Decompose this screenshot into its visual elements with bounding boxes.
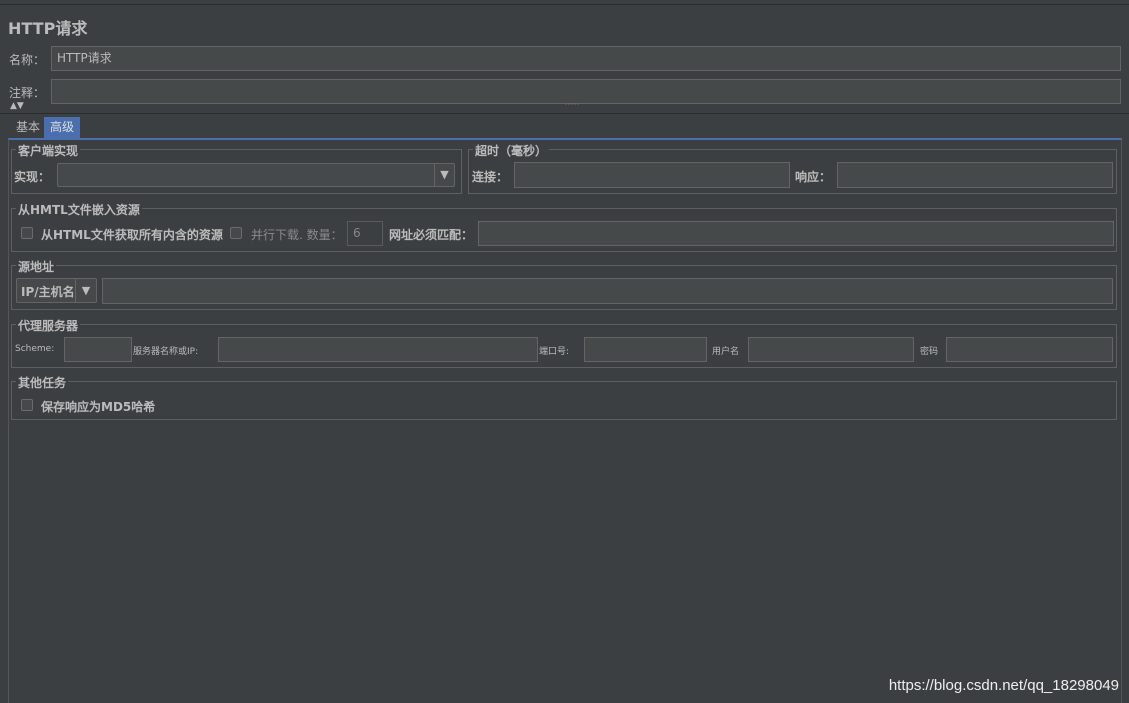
name-input[interactable]: HTTP请求 xyxy=(51,46,1121,71)
tab-basic[interactable]: 基本 xyxy=(10,117,46,138)
comment-input[interactable] xyxy=(51,79,1121,104)
impl-select[interactable]: ▼ xyxy=(57,163,455,187)
chevron-down-icon[interactable]: ▼ xyxy=(434,164,454,186)
proxy-username-input[interactable] xyxy=(748,337,914,362)
proxy-password-input[interactable] xyxy=(946,337,1113,362)
proxy-server-group-label: 代理服务器 xyxy=(16,317,81,334)
panel-title: HTTP请求 xyxy=(8,19,88,38)
connect-timeout-input[interactable] xyxy=(514,162,790,188)
source-type-select[interactable]: IP/主机名 ▼ xyxy=(16,278,97,303)
proxy-password-label: 密码 xyxy=(920,347,939,357)
splitter[interactable] xyxy=(0,113,1129,114)
url-match-input[interactable] xyxy=(478,221,1114,246)
chevron-down-icon[interactable]: ▼ xyxy=(75,279,96,302)
proxy-host-input[interactable] xyxy=(218,337,538,362)
source-type-value: IP/主机名 xyxy=(21,285,75,299)
proxy-username-label: 用户名 xyxy=(712,347,740,357)
connect-timeout-label: 连接： xyxy=(472,170,509,184)
embedded-resources-group-label: 从HMTL文件嵌入资源 xyxy=(16,201,142,218)
parallel-download-checkbox[interactable] xyxy=(230,227,242,239)
retrieve-all-label: 从HTML文件获取所有内含的资源 xyxy=(41,228,223,242)
proxy-scheme-label: Scheme: xyxy=(15,344,55,354)
md5-hash-label: 保存响应为MD5哈希 xyxy=(41,400,156,414)
collapse-toggle-icon[interactable]: ▲▼ xyxy=(10,101,24,111)
watermark: https://blog.csdn.net/qq_18298049 xyxy=(888,677,1119,694)
other-tasks-group xyxy=(11,381,1117,420)
parallel-count-input[interactable]: 6 xyxy=(347,221,383,246)
source-address-input[interactable] xyxy=(102,278,1113,304)
url-match-label: 网址必须匹配： xyxy=(389,228,474,242)
md5-hash-checkbox[interactable] xyxy=(21,399,33,411)
retrieve-all-checkbox[interactable] xyxy=(21,227,33,239)
proxy-host-label: 服务器名称或IP: xyxy=(133,347,199,357)
source-address-group-label: 源地址 xyxy=(16,258,57,275)
proxy-scheme-input[interactable] xyxy=(64,337,132,362)
client-impl-group-label: 客户端实现 xyxy=(16,142,81,159)
response-timeout-label: 响应： xyxy=(795,170,832,184)
impl-label: 实现： xyxy=(14,170,51,184)
timeout-group-label: 超时（毫秒） xyxy=(473,142,550,159)
impl-select-value xyxy=(58,164,435,186)
tab-advanced[interactable]: 高级 xyxy=(44,117,81,138)
parallel-download-label: 并行下载. 数量： xyxy=(251,228,343,242)
top-border xyxy=(0,4,1129,5)
other-tasks-group-label: 其他任务 xyxy=(16,374,69,391)
name-label: 名称： xyxy=(9,53,46,67)
splitter-grip-icon[interactable]: ˙˙˙˙˙ xyxy=(564,104,580,112)
proxy-port-label: 端口号: xyxy=(539,347,570,357)
comment-label: 注释： xyxy=(9,86,46,100)
response-timeout-input[interactable] xyxy=(837,162,1113,188)
proxy-port-input[interactable] xyxy=(584,337,707,362)
